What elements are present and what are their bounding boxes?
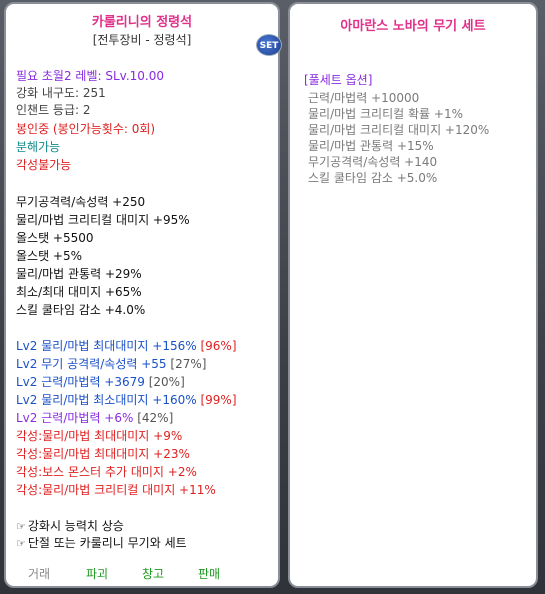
note-line: ☞ 강화시 능력치 상승: [16, 518, 124, 535]
destroy-button[interactable]: 파괴: [86, 565, 108, 582]
set-option: 물리/마법 관통력 +15%: [308, 139, 434, 153]
pointing-hand-icon: ☞: [16, 520, 26, 533]
lv2-stat: Lv2 무기 공격력/속성력 +55 [27%]: [16, 356, 206, 373]
awaken-status: 각성불가능: [16, 158, 72, 172]
lv2-stat: Lv2 근력/마법력 +3679 [20%]: [16, 374, 185, 391]
lv2-stat-percent: [96%]: [200, 339, 237, 353]
note-text: 강화시 능력치 상승: [27, 519, 124, 533]
lv2-stat: Lv2 물리/마법 최대대미지 +156% [96%]: [16, 338, 237, 355]
note-text: 단절 또는 카룰리니 무기와 세트: [27, 536, 187, 550]
lv2-stat-text: Lv2 물리/마법 최소대미지 +160%: [16, 393, 197, 407]
set-badge-icon: SET: [256, 34, 282, 56]
lv2-stat-percent: [99%]: [200, 393, 237, 407]
enchant-grade: 인챈트 등급: 2: [16, 103, 91, 117]
awaken-stat: 각성:물리/마법 최대대미지 +9%: [16, 429, 183, 443]
lv2-stat-text: Lv2 근력/마법력 +3679: [16, 375, 145, 389]
stat-line: 올스탯 +5%: [16, 249, 83, 263]
set-tooltip-panel: 아마란스 노바의 무기 세트 [풀세트 옵션] 근력/마법력 +10000 물리…: [288, 2, 538, 588]
durability: 강화 내구도: 251: [16, 86, 106, 100]
set-option: 무기공격력/속성력 +140: [308, 155, 438, 169]
awaken-stat: 각성:물리/마법 최대대미지 +23%: [16, 447, 190, 461]
lv2-stat-text: Lv2 근력/마법력 +6%: [16, 411, 134, 425]
awaken-stat: 각성:물리/마법 크리티컬 대미지 +11%: [16, 483, 216, 497]
note-line: ☞ 단절 또는 카룰리니 무기와 세트: [16, 535, 187, 552]
set-option: 물리/마법 크리티컬 대미지 +120%: [308, 123, 490, 137]
lv2-stat-percent: [20%]: [148, 375, 185, 389]
required-level: 필요 초월2 레벨: SLv.10.00: [16, 69, 165, 83]
sell-button[interactable]: 판매: [198, 565, 220, 582]
stat-line: 최소/최대 대미지 +65%: [16, 285, 142, 299]
lv2-stat: Lv2 물리/마법 최소대미지 +160% [99%]: [16, 392, 237, 409]
lv2-stat-percent: [42%]: [137, 411, 174, 425]
seal-status: 봉인중 (봉인가능횟수: 0회): [16, 122, 156, 136]
item-category: [전투장비 - 정령석]: [92, 33, 192, 47]
dismantle-status: 분해가능: [16, 140, 61, 154]
lv2-stat-text: Lv2 무기 공격력/속성력 +55: [16, 357, 167, 371]
set-title: 아마란스 노바의 무기 세트: [340, 19, 486, 34]
lv2-stat: Lv2 근력/마법력 +6% [42%]: [16, 410, 173, 427]
set-option-header: [풀세트 옵션]: [304, 73, 373, 87]
lv2-stat-text: Lv2 물리/마법 최대대미지 +156%: [16, 339, 197, 353]
storage-button[interactable]: 창고: [142, 565, 164, 582]
set-option: 물리/마법 크리티컬 확률 +1%: [308, 107, 463, 121]
awaken-stat: 각성:보스 몬스터 추가 대미지 +2%: [16, 465, 197, 479]
pointing-hand-icon: ☞: [16, 537, 26, 550]
stat-line: 올스탯 +5500: [16, 231, 94, 245]
stat-line: 물리/마법 크리티컬 대미지 +95%: [16, 213, 190, 227]
lv2-stat-percent: [27%]: [170, 357, 207, 371]
trade-button[interactable]: 거래: [28, 565, 50, 582]
stat-line: 무기공격력/속성력 +250: [16, 195, 146, 209]
stat-line: 물리/마법 관통력 +29%: [16, 267, 142, 281]
set-option: 스킬 쿨타임 감소 +5.0%: [308, 171, 438, 185]
stat-line: 스킬 쿨타임 감소 +4.0%: [16, 303, 146, 317]
item-name: 카룰리니의 정령석: [91, 15, 193, 30]
item-tooltip-panel: 카룰리니의 정령석 [전투장비 - 정령석] 필요 초월2 레벨: SLv.10…: [4, 2, 280, 588]
set-option: 근력/마법력 +10000: [308, 91, 420, 105]
